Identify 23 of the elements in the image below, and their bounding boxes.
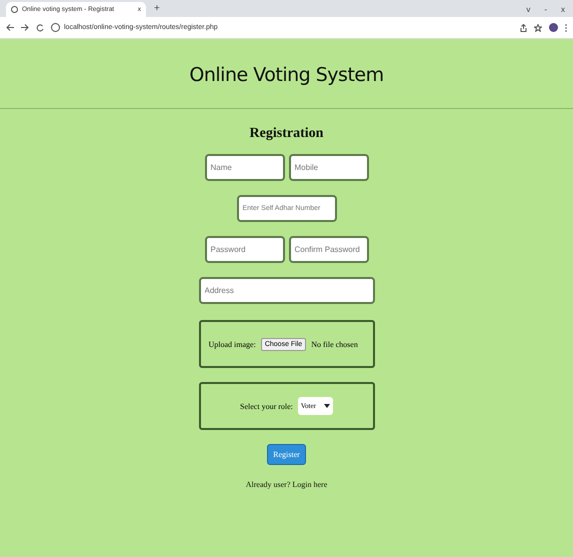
star-icon[interactable] bbox=[534, 24, 542, 32]
forward-icon[interactable] bbox=[21, 24, 29, 31]
input-field[interactable]: Confirm Password bbox=[288, 236, 368, 263]
input-field[interactable]: Address bbox=[198, 277, 374, 304]
window-control[interactable]: - bbox=[544, 5, 547, 14]
share-icon[interactable] bbox=[520, 24, 527, 32]
input-field[interactable]: Mobile bbox=[288, 154, 368, 181]
login-prompt: Already user? bbox=[246, 480, 290, 489]
new-tab-button[interactable]: + bbox=[154, 3, 160, 14]
file-status: No file chosen bbox=[311, 340, 358, 348]
avatar-icon[interactable] bbox=[549, 23, 558, 32]
upload-label: Upload image: bbox=[208, 340, 256, 348]
role-label: Select your role: bbox=[240, 402, 293, 410]
caret-icon bbox=[324, 404, 330, 408]
window-control[interactable]: x bbox=[561, 5, 565, 14]
reload-icon[interactable] bbox=[36, 24, 44, 32]
window-control[interactable]: v bbox=[526, 5, 530, 14]
input-field[interactable]: Password bbox=[204, 236, 284, 263]
back-icon[interactable] bbox=[6, 24, 14, 31]
login-link[interactable]: Login here bbox=[292, 480, 328, 489]
site-title: Online Voting System bbox=[189, 64, 384, 86]
form-heading: Registration bbox=[250, 126, 324, 142]
input-field[interactable]: Name bbox=[204, 154, 284, 181]
